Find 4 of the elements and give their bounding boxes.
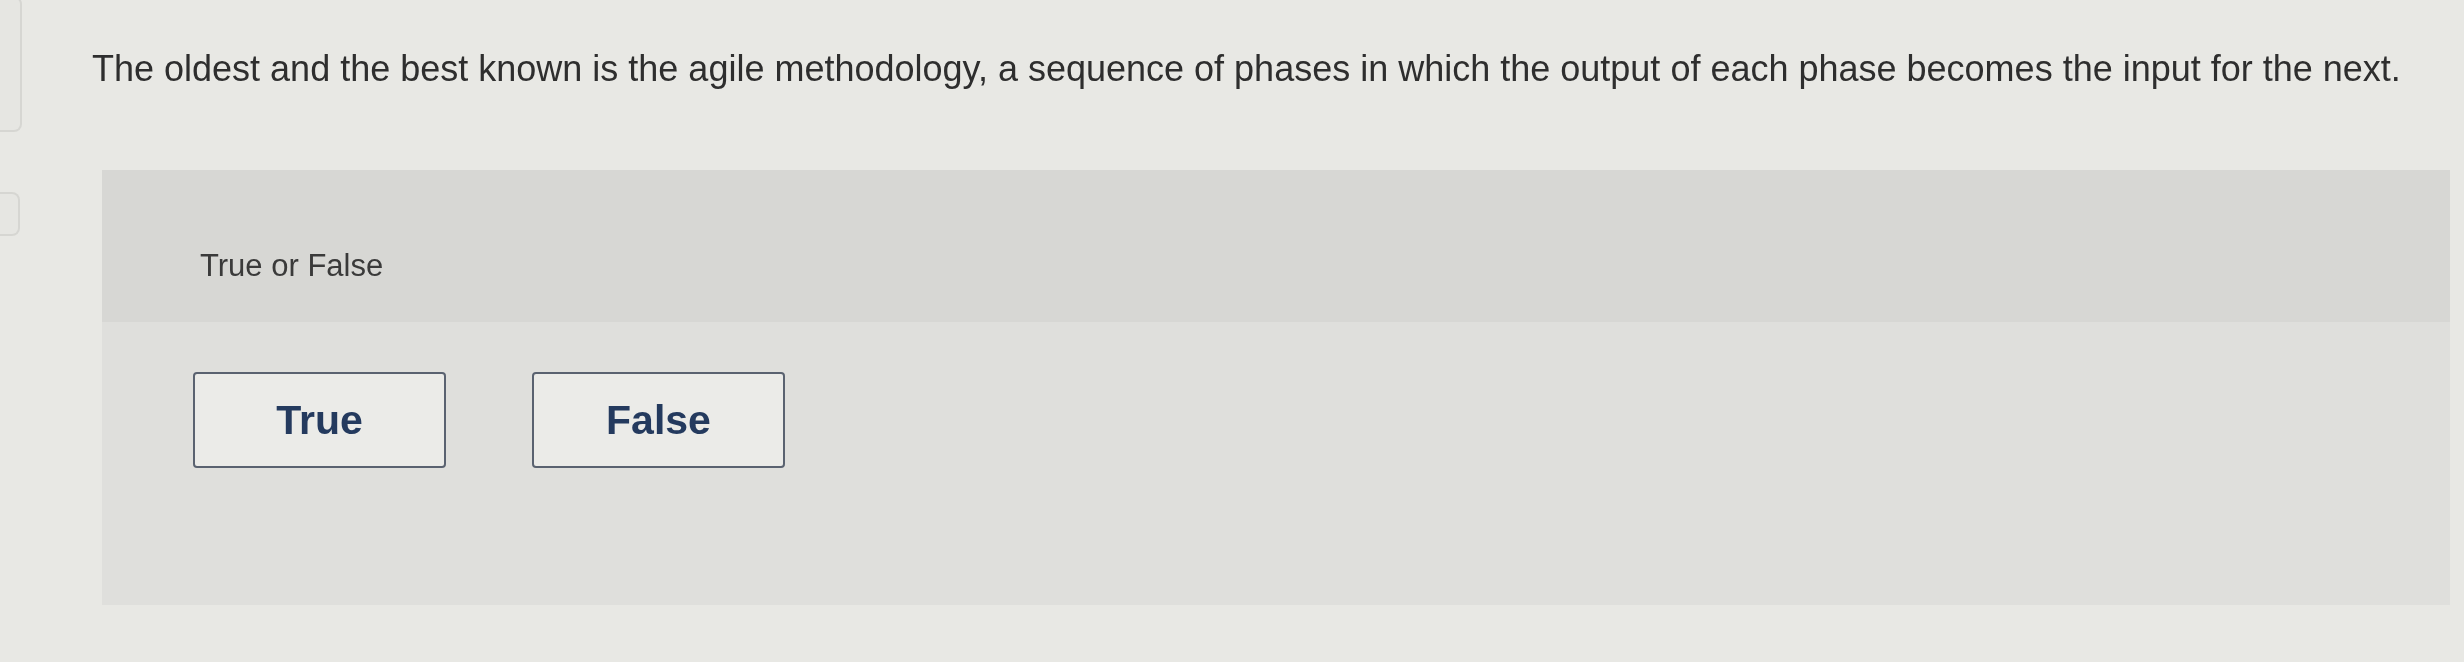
- question-type-label: True or False: [200, 248, 384, 283]
- answer-option-button[interactable]: True: [193, 372, 446, 468]
- answer-option-button[interactable]: False: [532, 372, 785, 468]
- question-text: The oldest and the best known is the agile methodology, a sequence of phases in which the output of each phase becomes the input for the next.: [92, 48, 2402, 90]
